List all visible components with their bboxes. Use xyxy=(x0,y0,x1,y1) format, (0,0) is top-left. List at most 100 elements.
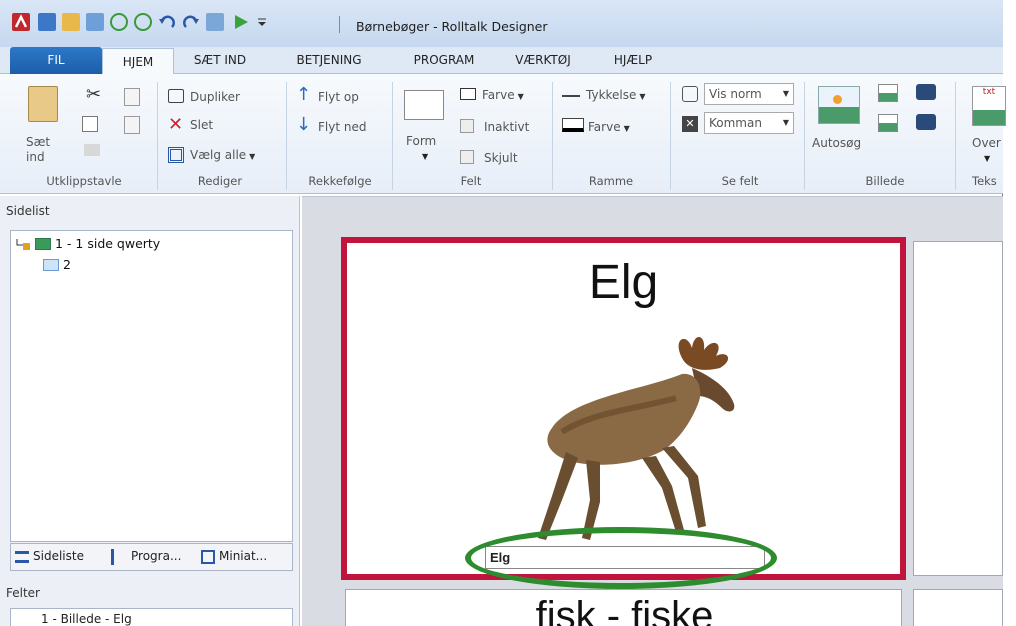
card-next-column[interactable] xyxy=(913,241,1003,576)
group-separator xyxy=(157,82,158,190)
group-label-text: Teks xyxy=(972,174,997,188)
tab-sideliste[interactable]: Sideliste xyxy=(33,549,84,563)
select-all-icon[interactable] xyxy=(168,147,184,163)
title-separator xyxy=(339,16,340,33)
hidden-checkbox[interactable] xyxy=(460,150,474,164)
tab-betjening[interactable]: BETJENING xyxy=(286,47,372,74)
page-icon-blue xyxy=(43,259,59,271)
tree-item-page-2[interactable]: 2 xyxy=(63,257,71,272)
move-down-button[interactable]: Flyt ned xyxy=(318,120,366,134)
refresh-icon[interactable] xyxy=(134,13,152,31)
hidden-label: Skjult xyxy=(484,151,518,165)
line-thickness-icon[interactable] xyxy=(562,95,580,97)
arrow-up-icon[interactable]: ↑ xyxy=(296,84,311,105)
moose-image[interactable] xyxy=(492,328,752,551)
tab-program[interactable]: Progra... xyxy=(131,549,181,563)
history-icon[interactable] xyxy=(110,13,128,31)
tab-vaerktoj[interactable]: VÆRKTØJ xyxy=(508,47,578,74)
camera-icon[interactable] xyxy=(916,84,936,100)
card-title-next: fisk - fiske xyxy=(535,594,714,626)
fields-list: 1 - Billede - Elg xyxy=(10,608,293,626)
cut-icon[interactable]: ✂ xyxy=(86,84,101,105)
group-separator xyxy=(804,82,805,190)
fields-item[interactable]: 1 - Billede - Elg xyxy=(41,612,132,626)
paste-label-1[interactable]: Sæt xyxy=(26,135,50,149)
format-painter-icon[interactable] xyxy=(84,144,100,156)
view-mode-value: Vis norm xyxy=(709,87,762,101)
tab-program[interactable]: PROGRAM xyxy=(398,47,490,74)
tree-item-page-1[interactable]: 1 - 1 side qwerty xyxy=(55,236,160,251)
copy-format-icon[interactable] xyxy=(124,88,140,106)
thickness-label: Tykkelse xyxy=(586,88,637,102)
chevron-down-icon: ▼ xyxy=(623,124,630,133)
frame-color-label: Farve xyxy=(588,120,621,134)
card-next-row-column[interactable] xyxy=(913,589,1003,626)
redo-icon[interactable] xyxy=(182,13,200,31)
inactive-checkbox[interactable] xyxy=(460,119,474,133)
tab-hjem[interactable]: HJEM xyxy=(102,48,174,75)
delete-button[interactable]: Slet xyxy=(190,118,213,132)
fields-title: Felter xyxy=(6,586,40,600)
left-panel: Sidelist 1 - 1 side qwerty 2 Sideliste P… xyxy=(0,196,300,626)
copy-icon[interactable] xyxy=(82,116,98,132)
frame-color-button[interactable]: Farve ▼ xyxy=(588,120,630,134)
group-label-frame: Ramme xyxy=(588,174,634,188)
group-separator xyxy=(955,82,956,190)
tab-fil[interactable]: FIL xyxy=(10,47,102,74)
list-icon xyxy=(15,551,29,563)
undo-icon[interactable] xyxy=(158,13,176,31)
tab-saet-ind[interactable]: SÆT IND xyxy=(180,47,260,74)
picture-icon[interactable] xyxy=(878,84,898,102)
chevron-down-icon: ▼ xyxy=(249,152,256,161)
open-folder-icon[interactable] xyxy=(62,13,80,31)
inactive-label: Inaktivt xyxy=(484,120,530,134)
chevron-down-icon[interactable]: ▼ xyxy=(422,152,428,161)
play-icon[interactable] xyxy=(232,13,250,31)
video-camera-icon[interactable] xyxy=(916,114,936,130)
delete-icon[interactable]: ✕ xyxy=(168,114,183,135)
text-image-icon[interactable]: txt xyxy=(972,86,1006,126)
frame-color-icon[interactable] xyxy=(562,118,584,132)
paste-icon[interactable] xyxy=(28,86,58,122)
application-window: Børnebøger - Rolltalk Designer FIL HJEM … xyxy=(0,0,1006,626)
shape-preview-icon[interactable] xyxy=(404,90,444,120)
move-up-button[interactable]: Flyt op xyxy=(318,90,359,104)
page-icon-green xyxy=(35,238,51,250)
save-all-icon[interactable] xyxy=(86,13,104,31)
chevron-down-icon[interactable]: ▼ xyxy=(984,154,990,163)
paste-label-2[interactable]: ind xyxy=(26,150,45,164)
duplicate-icon[interactable] xyxy=(168,89,184,103)
chevron-down-icon: ▼ xyxy=(639,92,646,101)
paste-format-icon[interactable] xyxy=(124,116,140,134)
field-color-button[interactable]: Farve ▼ xyxy=(482,88,524,102)
chevron-down-icon: ▼ xyxy=(782,89,789,98)
view-mode-select[interactable]: Vis norm ▼ xyxy=(704,83,794,105)
autosearch-button[interactable]: Autosøg xyxy=(812,136,861,150)
fill-color-icon[interactable] xyxy=(460,88,476,100)
card-next-row[interactable]: fisk - fiske xyxy=(345,589,902,626)
select-all-button[interactable]: Vælg alle ▼ xyxy=(190,148,255,162)
ribbon-home: Sæt ind ✂ Utklippstavle Dupliker ✕ Slet … xyxy=(0,74,1006,194)
command-icon: ✕ xyxy=(682,116,698,132)
select-all-label: Vælg alle xyxy=(190,148,247,162)
group-label-clipboard: Utklippstavle xyxy=(46,174,122,188)
window-title: Børnebøger - Rolltalk Designer xyxy=(356,19,548,34)
command-select[interactable]: Komman ▼ xyxy=(704,112,794,134)
layout-icon[interactable] xyxy=(206,13,224,31)
autosearch-icon[interactable] xyxy=(818,86,860,124)
text-over-button[interactable]: Over xyxy=(972,136,1001,150)
expand-lock-icon[interactable] xyxy=(15,237,31,251)
shape-button[interactable]: Form xyxy=(406,134,436,148)
duplicate-button[interactable]: Dupliker xyxy=(190,90,240,104)
save-icon[interactable] xyxy=(38,13,56,31)
thickness-button[interactable]: Tykkelse ▼ xyxy=(586,88,646,102)
title-bar: Børnebøger - Rolltalk Designer xyxy=(0,0,1003,47)
chevron-down-icon: ▼ xyxy=(517,92,524,101)
view-mode-icon xyxy=(682,86,698,102)
arrow-down-icon[interactable]: ↓ xyxy=(296,114,311,135)
tab-miniature[interactable]: Miniat... xyxy=(219,549,267,563)
tab-hjaelp[interactable]: HJÆLP xyxy=(604,47,662,74)
customize-toolbar-icon[interactable] xyxy=(256,13,268,31)
picture-edit-icon[interactable] xyxy=(878,114,898,132)
app-logo-icon[interactable] xyxy=(12,13,30,31)
